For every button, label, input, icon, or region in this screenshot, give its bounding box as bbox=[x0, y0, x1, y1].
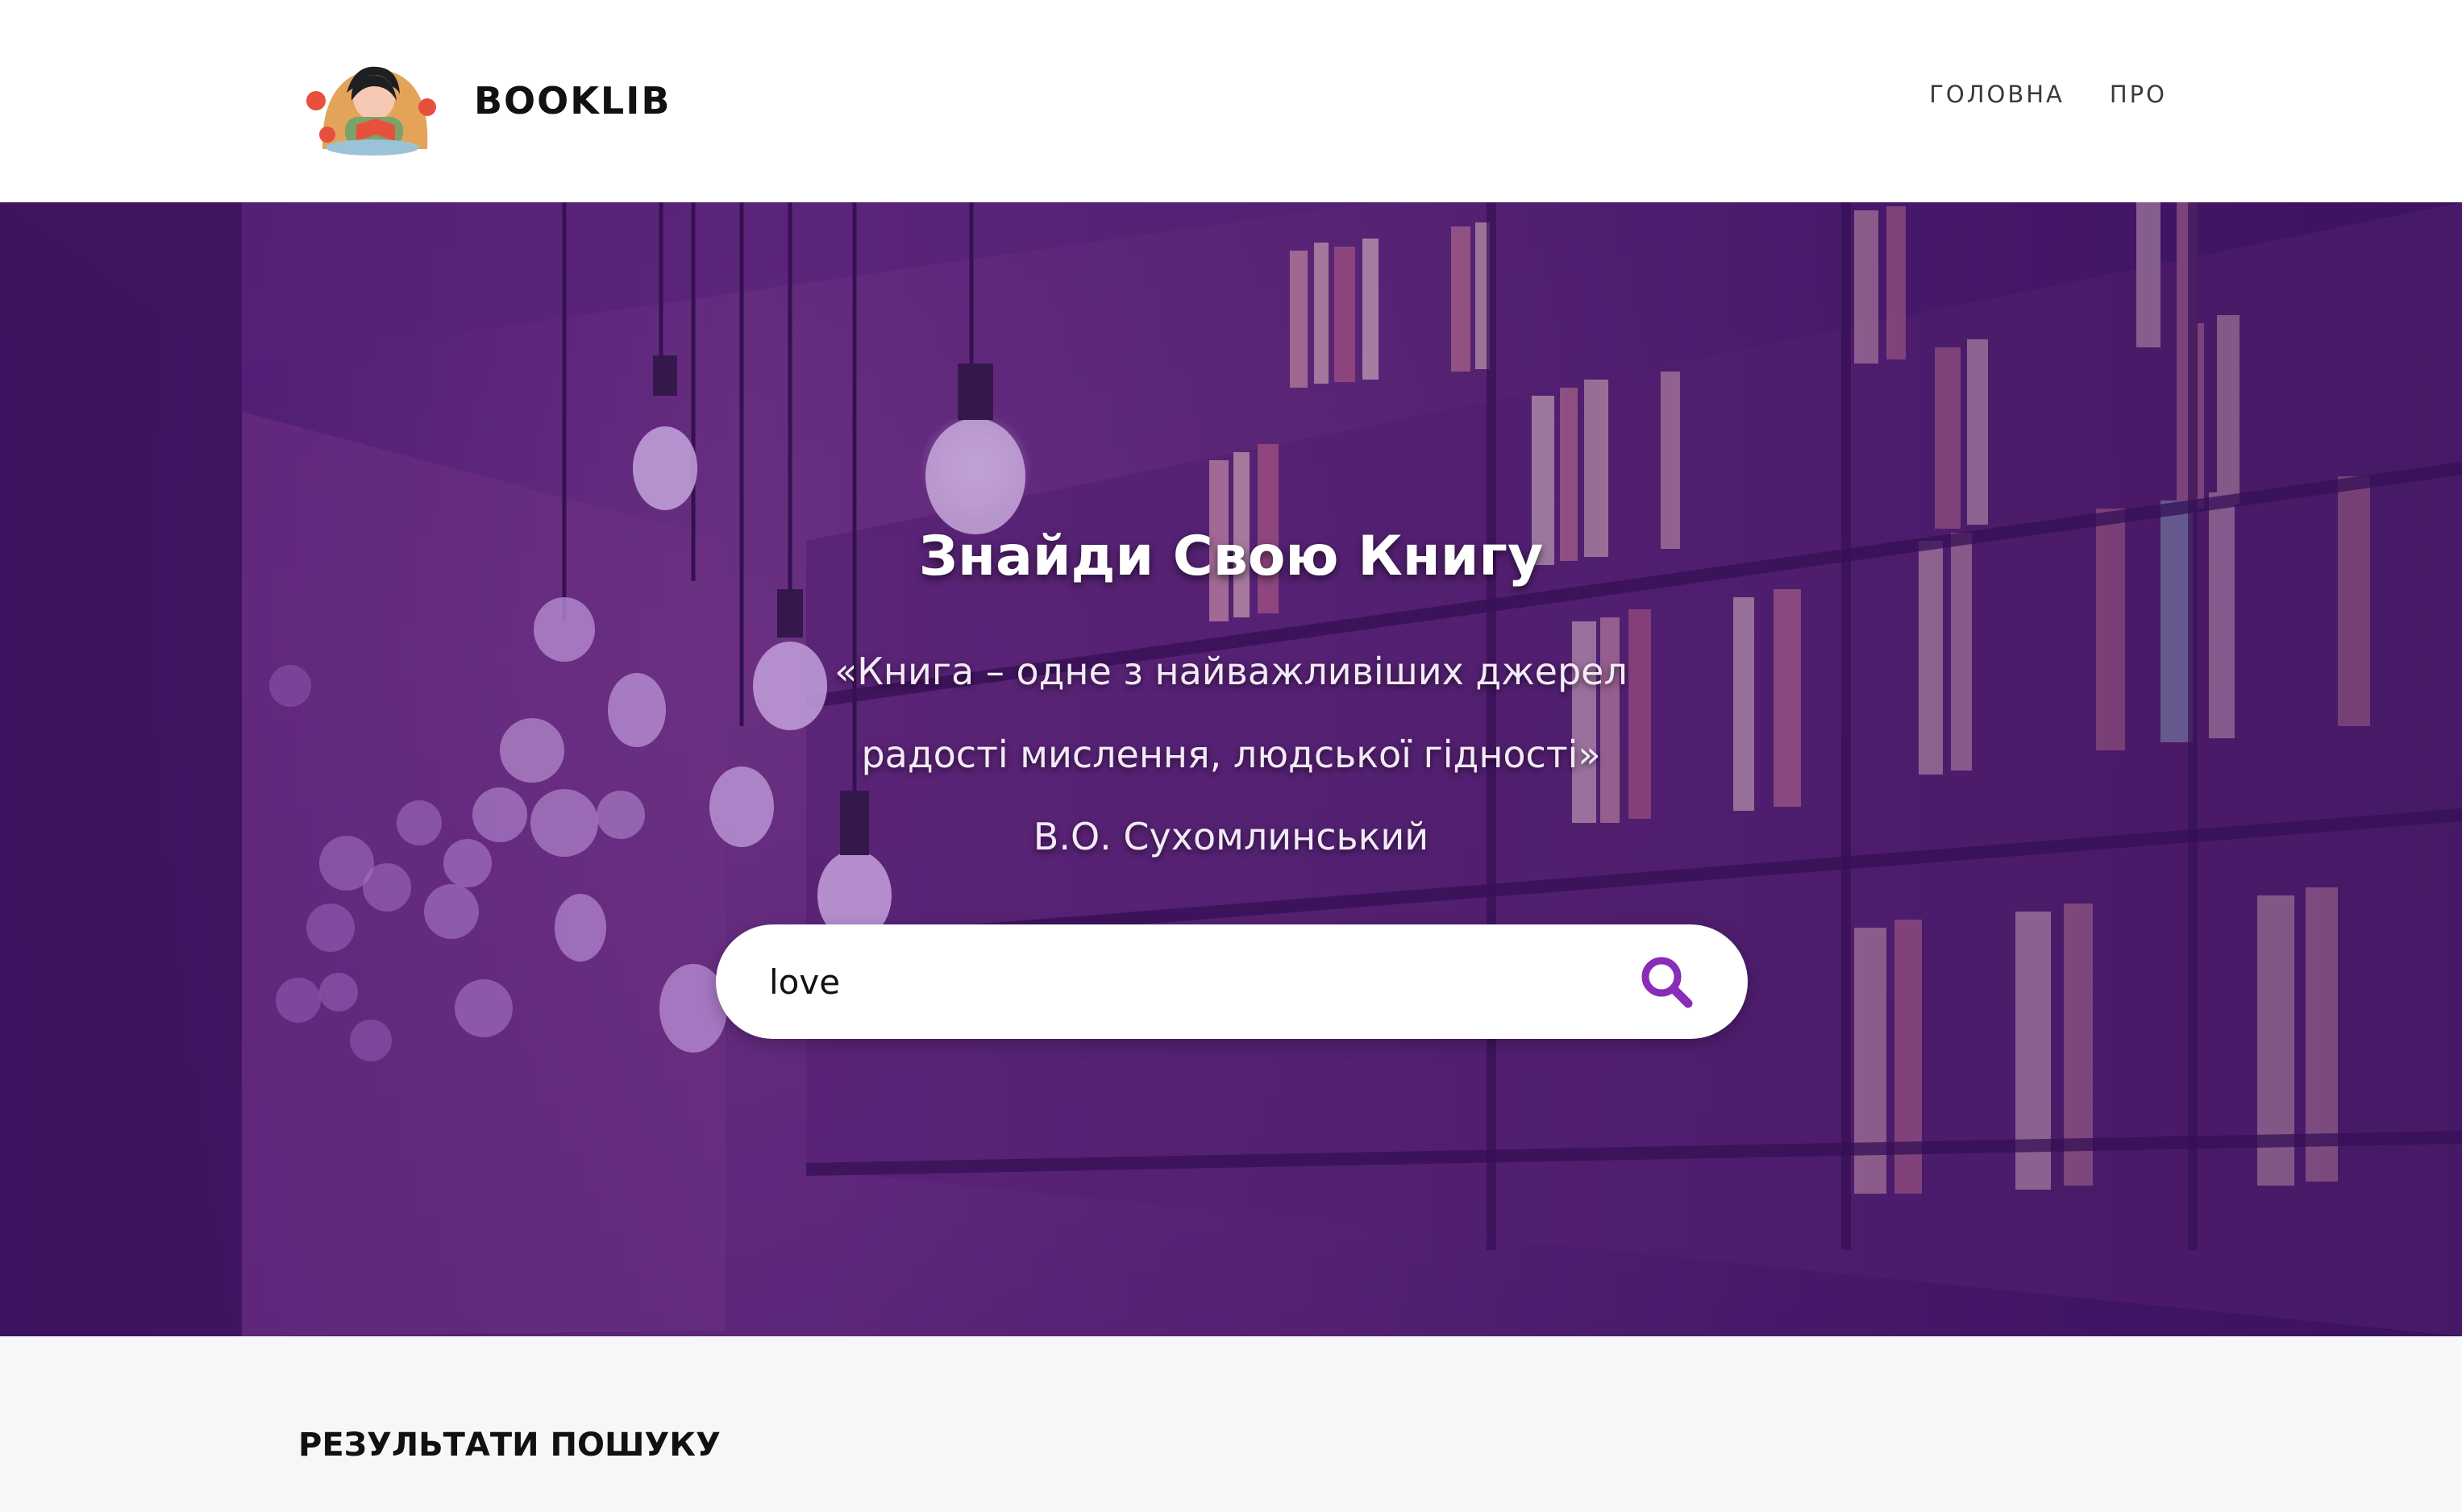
results-title: РЕЗУЛЬТАТИ ПОШУКУ bbox=[298, 1427, 721, 1464]
main-nav: ГОЛОВНА ПРО bbox=[1929, 81, 2167, 108]
quote-line-2: радості мислення, людської гідності» bbox=[861, 733, 1601, 776]
hero-title: Знайди Свою Книгу bbox=[918, 525, 1544, 588]
search-button[interactable] bbox=[1622, 937, 1711, 1026]
search-bar bbox=[716, 924, 1748, 1039]
hero-banner: Знайди Свою Книгу «Книга – одне з найваж… bbox=[0, 202, 2462, 1336]
search-input[interactable] bbox=[716, 924, 1622, 1039]
nav-item-about[interactable]: ПРО bbox=[2110, 81, 2167, 108]
site-header: BOOKLIB ГОЛОВНА ПРО bbox=[0, 0, 2462, 202]
brand-name[interactable]: BOOKLIB bbox=[474, 79, 671, 123]
quote-line-1: «Книга – одне з найважливіших джерел bbox=[834, 650, 1628, 693]
nav-item-home[interactable]: ГОЛОВНА bbox=[1929, 81, 2065, 108]
hero-content: Знайди Свою Книгу «Книга – одне з найваж… bbox=[0, 202, 2462, 1336]
brand[interactable]: BOOKLIB bbox=[298, 44, 671, 157]
search-results-section: РЕЗУЛЬТАТИ ПОШУКУ bbox=[0, 1336, 2462, 1512]
reading-girl-logo-icon[interactable] bbox=[298, 44, 442, 157]
search-icon bbox=[1641, 957, 1693, 1008]
quote-author: В.О. Сухомлинський bbox=[1033, 815, 1429, 858]
